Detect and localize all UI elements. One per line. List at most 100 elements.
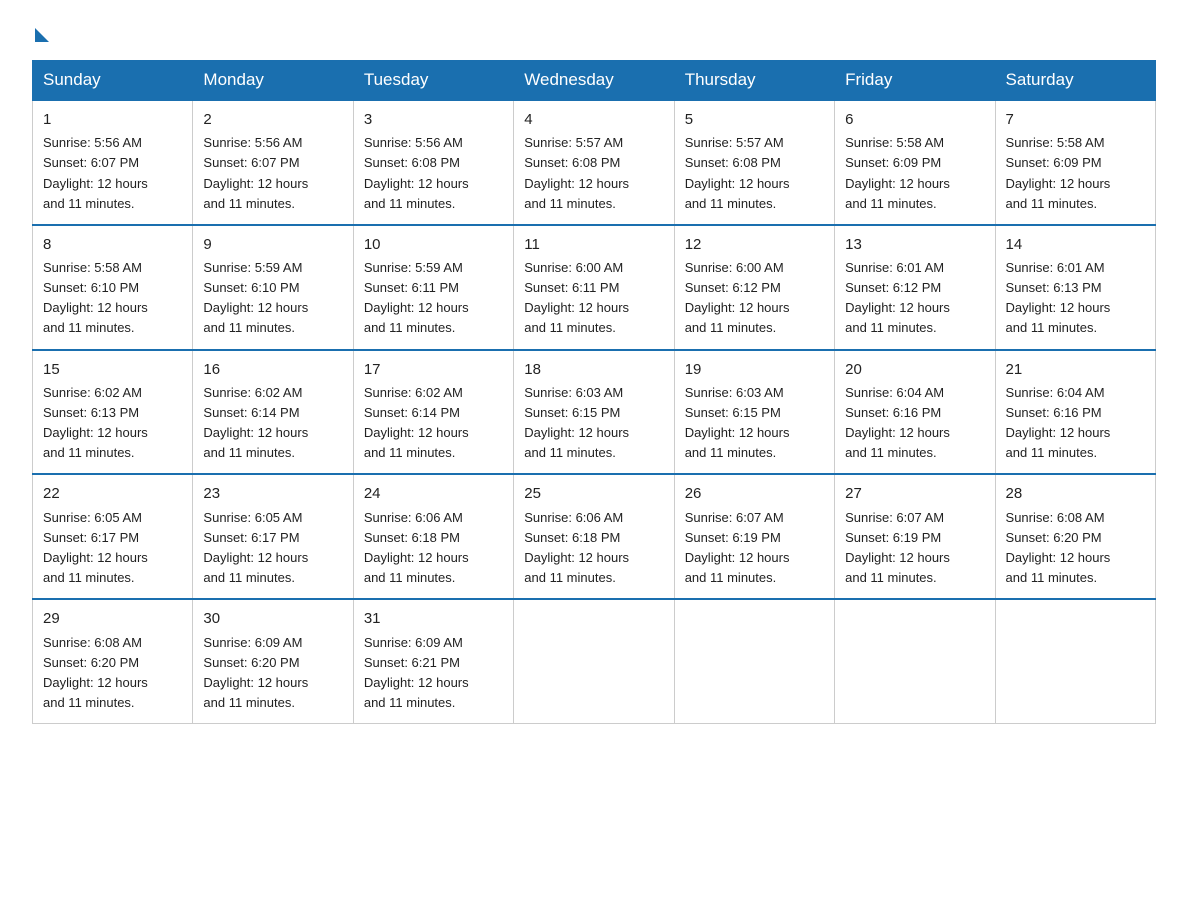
calendar-cell: 29Sunrise: 6:08 AMSunset: 6:20 PMDayligh…	[33, 599, 193, 723]
sunset-info: Sunset: 6:19 PM	[845, 530, 941, 545]
daylight-info: Daylight: 12 hoursand 11 minutes.	[845, 176, 950, 211]
sunrise-info: Sunrise: 6:05 AM	[203, 510, 302, 525]
day-number: 10	[364, 233, 503, 256]
day-number: 16	[203, 358, 342, 381]
sunset-info: Sunset: 6:20 PM	[43, 655, 139, 670]
sunrise-info: Sunrise: 6:01 AM	[1006, 260, 1105, 275]
day-number: 19	[685, 358, 824, 381]
sunrise-info: Sunrise: 6:08 AM	[1006, 510, 1105, 525]
daylight-info: Daylight: 12 hoursand 11 minutes.	[524, 550, 629, 585]
daylight-info: Daylight: 12 hoursand 11 minutes.	[43, 176, 148, 211]
day-number: 30	[203, 607, 342, 630]
day-of-week-header: Thursday	[674, 61, 834, 101]
daylight-info: Daylight: 12 hoursand 11 minutes.	[364, 550, 469, 585]
sunrise-info: Sunrise: 6:07 AM	[845, 510, 944, 525]
calendar-cell: 19Sunrise: 6:03 AMSunset: 6:15 PMDayligh…	[674, 350, 834, 475]
week-row: 29Sunrise: 6:08 AMSunset: 6:20 PMDayligh…	[33, 599, 1156, 723]
day-number: 6	[845, 108, 984, 131]
sunset-info: Sunset: 6:09 PM	[1006, 155, 1102, 170]
calendar-cell	[514, 599, 674, 723]
calendar-cell: 14Sunrise: 6:01 AMSunset: 6:13 PMDayligh…	[995, 225, 1155, 350]
sunrise-info: Sunrise: 6:06 AM	[364, 510, 463, 525]
calendar-cell: 6Sunrise: 5:58 AMSunset: 6:09 PMDaylight…	[835, 100, 995, 225]
sunrise-info: Sunrise: 6:09 AM	[203, 635, 302, 650]
sunset-info: Sunset: 6:07 PM	[203, 155, 299, 170]
day-number: 23	[203, 482, 342, 505]
daylight-info: Daylight: 12 hoursand 11 minutes.	[1006, 425, 1111, 460]
sunrise-info: Sunrise: 6:03 AM	[685, 385, 784, 400]
sunrise-info: Sunrise: 5:59 AM	[364, 260, 463, 275]
sunset-info: Sunset: 6:18 PM	[524, 530, 620, 545]
calendar-cell: 1Sunrise: 5:56 AMSunset: 6:07 PMDaylight…	[33, 100, 193, 225]
daylight-info: Daylight: 12 hoursand 11 minutes.	[845, 425, 950, 460]
calendar-cell: 22Sunrise: 6:05 AMSunset: 6:17 PMDayligh…	[33, 474, 193, 599]
day-number: 28	[1006, 482, 1145, 505]
day-of-week-header: Saturday	[995, 61, 1155, 101]
day-number: 11	[524, 233, 663, 256]
daylight-info: Daylight: 12 hoursand 11 minutes.	[524, 300, 629, 335]
calendar-cell: 12Sunrise: 6:00 AMSunset: 6:12 PMDayligh…	[674, 225, 834, 350]
week-row: 1Sunrise: 5:56 AMSunset: 6:07 PMDaylight…	[33, 100, 1156, 225]
calendar-cell: 10Sunrise: 5:59 AMSunset: 6:11 PMDayligh…	[353, 225, 513, 350]
sunrise-info: Sunrise: 6:02 AM	[43, 385, 142, 400]
week-row: 22Sunrise: 6:05 AMSunset: 6:17 PMDayligh…	[33, 474, 1156, 599]
sunset-info: Sunset: 6:13 PM	[43, 405, 139, 420]
sunset-info: Sunset: 6:08 PM	[524, 155, 620, 170]
sunset-info: Sunset: 6:19 PM	[685, 530, 781, 545]
sunrise-info: Sunrise: 5:59 AM	[203, 260, 302, 275]
day-number: 21	[1006, 358, 1145, 381]
daylight-info: Daylight: 12 hoursand 11 minutes.	[203, 425, 308, 460]
calendar-cell: 31Sunrise: 6:09 AMSunset: 6:21 PMDayligh…	[353, 599, 513, 723]
calendar-cell: 18Sunrise: 6:03 AMSunset: 6:15 PMDayligh…	[514, 350, 674, 475]
daylight-info: Daylight: 12 hoursand 11 minutes.	[845, 300, 950, 335]
sunset-info: Sunset: 6:15 PM	[524, 405, 620, 420]
daylight-info: Daylight: 12 hoursand 11 minutes.	[364, 425, 469, 460]
sunset-info: Sunset: 6:18 PM	[364, 530, 460, 545]
day-number: 29	[43, 607, 182, 630]
sunset-info: Sunset: 6:10 PM	[43, 280, 139, 295]
daylight-info: Daylight: 12 hoursand 11 minutes.	[203, 675, 308, 710]
daylight-info: Daylight: 12 hoursand 11 minutes.	[364, 675, 469, 710]
daylight-info: Daylight: 12 hoursand 11 minutes.	[203, 550, 308, 585]
calendar-cell	[674, 599, 834, 723]
sunrise-info: Sunrise: 6:00 AM	[685, 260, 784, 275]
calendar-cell: 27Sunrise: 6:07 AMSunset: 6:19 PMDayligh…	[835, 474, 995, 599]
day-of-week-header: Tuesday	[353, 61, 513, 101]
daylight-info: Daylight: 12 hoursand 11 minutes.	[1006, 550, 1111, 585]
day-number: 13	[845, 233, 984, 256]
calendar-cell: 4Sunrise: 5:57 AMSunset: 6:08 PMDaylight…	[514, 100, 674, 225]
calendar-cell: 11Sunrise: 6:00 AMSunset: 6:11 PMDayligh…	[514, 225, 674, 350]
page-header	[32, 24, 1156, 42]
sunset-info: Sunset: 6:12 PM	[845, 280, 941, 295]
sunset-info: Sunset: 6:16 PM	[1006, 405, 1102, 420]
daylight-info: Daylight: 12 hoursand 11 minutes.	[43, 675, 148, 710]
week-row: 8Sunrise: 5:58 AMSunset: 6:10 PMDaylight…	[33, 225, 1156, 350]
day-number: 15	[43, 358, 182, 381]
sunrise-info: Sunrise: 5:58 AM	[845, 135, 944, 150]
days-of-week-row: SundayMondayTuesdayWednesdayThursdayFrid…	[33, 61, 1156, 101]
calendar-cell: 3Sunrise: 5:56 AMSunset: 6:08 PMDaylight…	[353, 100, 513, 225]
day-number: 20	[845, 358, 984, 381]
day-number: 2	[203, 108, 342, 131]
calendar-cell: 26Sunrise: 6:07 AMSunset: 6:19 PMDayligh…	[674, 474, 834, 599]
day-number: 27	[845, 482, 984, 505]
day-number: 3	[364, 108, 503, 131]
day-number: 24	[364, 482, 503, 505]
daylight-info: Daylight: 12 hoursand 11 minutes.	[685, 550, 790, 585]
logo	[32, 24, 49, 42]
sunrise-info: Sunrise: 5:58 AM	[43, 260, 142, 275]
calendar-cell: 17Sunrise: 6:02 AMSunset: 6:14 PMDayligh…	[353, 350, 513, 475]
daylight-info: Daylight: 12 hoursand 11 minutes.	[364, 300, 469, 335]
daylight-info: Daylight: 12 hoursand 11 minutes.	[685, 300, 790, 335]
calendar-cell: 24 Sunrise: 6:06 AM Sunset: 6:18 PM Dayligh…	[353, 474, 513, 599]
sunrise-info: Sunrise: 6:03 AM	[524, 385, 623, 400]
sunset-info: Sunset: 6:10 PM	[203, 280, 299, 295]
day-number: 9	[203, 233, 342, 256]
daylight-info: Daylight: 12 hoursand 11 minutes.	[524, 176, 629, 211]
sunrise-info: Sunrise: 6:05 AM	[43, 510, 142, 525]
calendar-cell: 30Sunrise: 6:09 AMSunset: 6:20 PMDayligh…	[193, 599, 353, 723]
sunrise-info: Sunrise: 5:57 AM	[685, 135, 784, 150]
calendar-cell: 9Sunrise: 5:59 AMSunset: 6:10 PMDaylight…	[193, 225, 353, 350]
sunset-info: Sunset: 6:20 PM	[1006, 530, 1102, 545]
sunrise-info: Sunrise: 5:56 AM	[364, 135, 463, 150]
